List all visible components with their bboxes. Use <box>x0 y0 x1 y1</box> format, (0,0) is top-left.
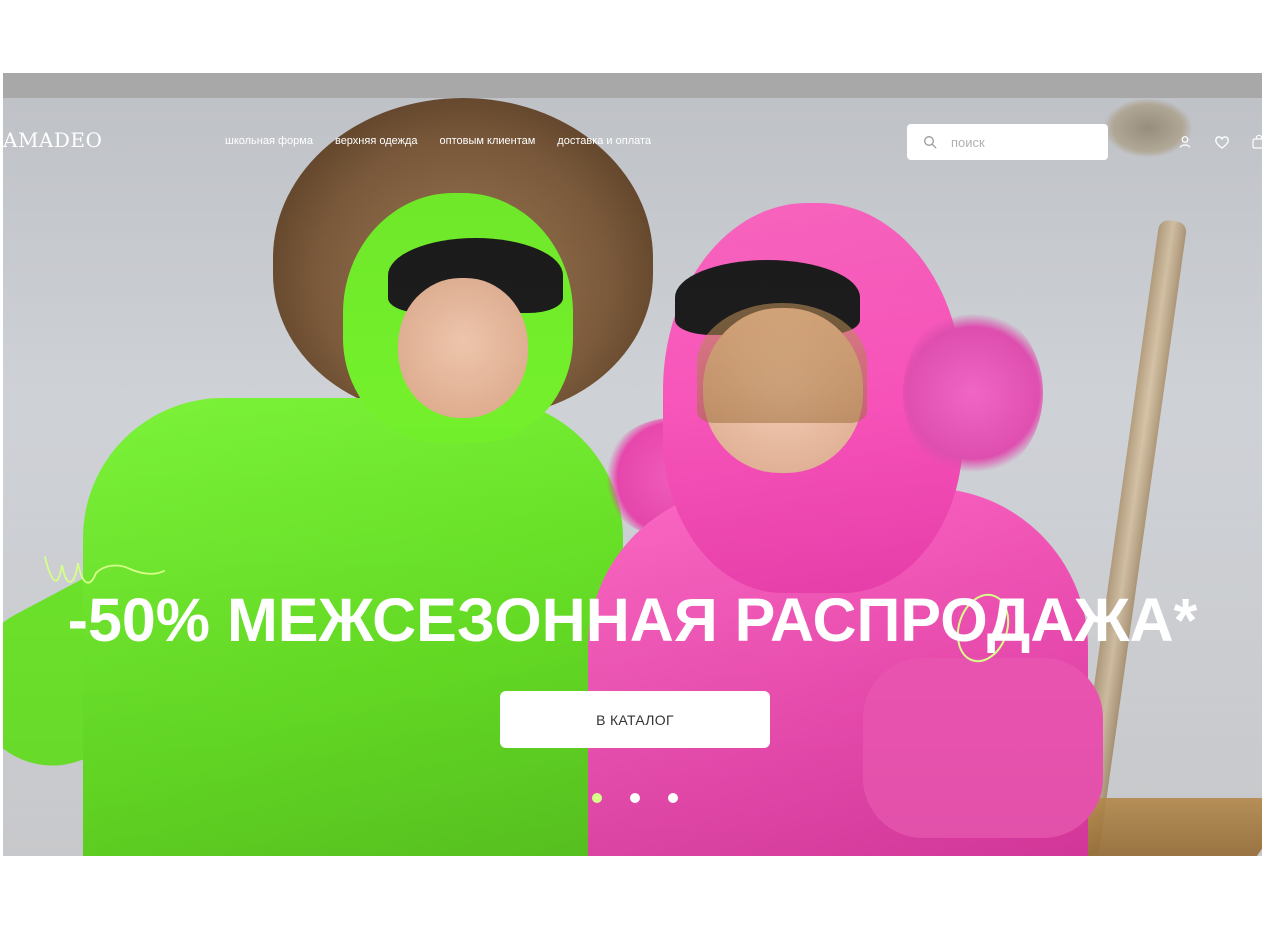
promo-headline: -50% МЕЖСЕЗОННАЯ РАСПРОДАЖА* <box>67 586 1198 654</box>
main-nav: школьная форма верхняя одежда оптовым кл… <box>225 135 651 147</box>
heart-icon[interactable] <box>1213 133 1231 151</box>
user-icon[interactable] <box>1176 133 1194 151</box>
bag-icon[interactable] <box>1250 133 1265 151</box>
search-input[interactable] <box>949 133 1103 151</box>
slider-dot-2[interactable] <box>630 793 640 803</box>
slider-dot-1[interactable] <box>592 793 602 803</box>
nav-item-wholesale[interactable]: оптовым клиентам <box>440 135 536 147</box>
top-gray-bar <box>3 73 1262 98</box>
search-icon <box>924 136 937 149</box>
slider-dots <box>592 793 678 803</box>
logo[interactable]: AMADEO <box>3 128 102 152</box>
nav-item-delivery[interactable]: доставка и оплата <box>557 135 651 147</box>
search-box[interactable] <box>907 124 1108 160</box>
slider-dot-3[interactable] <box>668 793 678 803</box>
nav-item-outerwear[interactable]: верхняя одежда <box>335 135 418 147</box>
catalog-button[interactable]: В КАТАЛОГ <box>500 691 770 748</box>
nav-item-school-uniform[interactable]: школьная форма <box>225 135 313 147</box>
